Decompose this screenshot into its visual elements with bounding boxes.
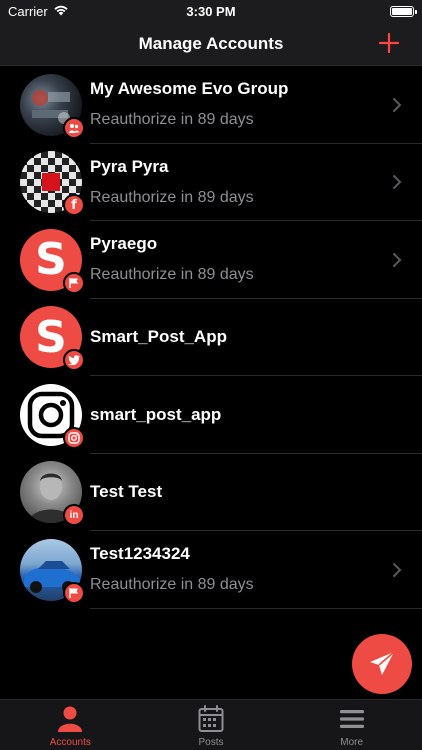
row-text: smart_post_app	[90, 404, 422, 426]
account-row[interactable]: in Test Test	[0, 454, 422, 532]
avatar-wrap	[20, 383, 85, 449]
avatar-wrap: in	[20, 461, 85, 527]
calendar-icon	[198, 705, 224, 732]
chevron-right-icon	[392, 96, 402, 117]
flag-icon	[63, 271, 85, 294]
send-post-button[interactable]	[352, 634, 412, 694]
row-text: My Awesome Evo Group Reauthorize in 89 d…	[90, 78, 422, 131]
row-text: Smart_Post_App	[90, 326, 422, 348]
linkedin-icon: in	[63, 504, 85, 527]
account-subtitle: Reauthorize in 89 days	[90, 188, 254, 206]
facebook-icon: f	[63, 194, 85, 217]
battery-icon	[390, 5, 417, 17]
row-text: Pyra Pyra Reauthorize in 89 days	[90, 156, 422, 209]
paper-plane-icon	[370, 651, 395, 675]
account-row[interactable]: S Pyraego Reauthorize in 89 days	[0, 221, 422, 299]
account-name: Smart_Post_App	[90, 327, 227, 347]
nav-bar: Manage Accounts	[0, 22, 422, 66]
group-badge-icon	[63, 116, 85, 139]
add-account-button[interactable]	[374, 28, 404, 58]
tab-label: Accounts	[49, 737, 91, 748]
account-subtitle: Reauthorize in 89 days	[90, 576, 254, 594]
tab-accounts[interactable]: Accounts	[0, 700, 141, 750]
account-name: Pyraego	[90, 234, 158, 254]
row-text: Pyraego Reauthorize in 89 days	[90, 233, 422, 286]
tab-posts[interactable]: Posts	[141, 700, 282, 750]
account-subtitle: Reauthorize in 89 days	[90, 111, 254, 129]
tab-more[interactable]: More	[281, 700, 422, 750]
wifi-icon	[53, 4, 69, 19]
plus-icon	[378, 32, 400, 54]
account-name: Pyra Pyra	[90, 156, 169, 176]
account-row[interactable]: S Smart_Post_App	[0, 299, 422, 377]
chevron-right-icon	[392, 173, 402, 194]
account-name: Test Test	[90, 482, 163, 502]
twitter-icon	[63, 349, 85, 372]
avatar-wrap	[20, 73, 85, 139]
account-name: smart_post_app	[90, 404, 222, 424]
account-name: Test1234324	[90, 544, 190, 564]
row-text: Test1234324 Reauthorize in 89 days	[90, 543, 422, 596]
account-row[interactable]: Test1234324 Reauthorize in 89 days	[0, 531, 422, 609]
menu-icon	[339, 710, 364, 728]
account-name: My Awesome Evo Group	[90, 79, 289, 99]
tab-label: Posts	[198, 737, 224, 748]
avatar-wrap: f	[20, 151, 85, 217]
person-icon	[58, 706, 83, 732]
avatar-letter: S	[35, 234, 67, 286]
avatar-letter: S	[35, 311, 67, 363]
avatar-wrap: S	[20, 306, 85, 372]
accounts-list: My Awesome Evo Group Reauthorize in 89 d…	[0, 66, 422, 609]
account-row[interactable]: smart_post_app	[0, 376, 422, 454]
tab-label: More	[340, 737, 364, 748]
avatar-wrap	[20, 538, 85, 604]
avatar-wrap: S	[20, 228, 85, 294]
account-subtitle: Reauthorize in 89 days	[90, 266, 254, 284]
status-left: Carrier	[8, 4, 69, 19]
account-row[interactable]: f Pyra Pyra Reauthorize in 89 days	[0, 144, 422, 222]
row-text: Test Test	[90, 481, 422, 503]
avatar-red-square	[42, 173, 60, 192]
carrier-label: Carrier	[8, 3, 48, 19]
tab-bar: Accounts Posts More	[0, 699, 422, 750]
page-title: Manage Accounts	[138, 33, 284, 53]
chevron-right-icon	[392, 561, 402, 582]
status-bar: Carrier 3:30 PM	[0, 0, 422, 22]
account-row[interactable]: My Awesome Evo Group Reauthorize in 89 d…	[0, 66, 422, 144]
chevron-right-icon	[392, 251, 402, 272]
instagram-icon	[63, 426, 85, 449]
flag-icon	[63, 581, 85, 604]
